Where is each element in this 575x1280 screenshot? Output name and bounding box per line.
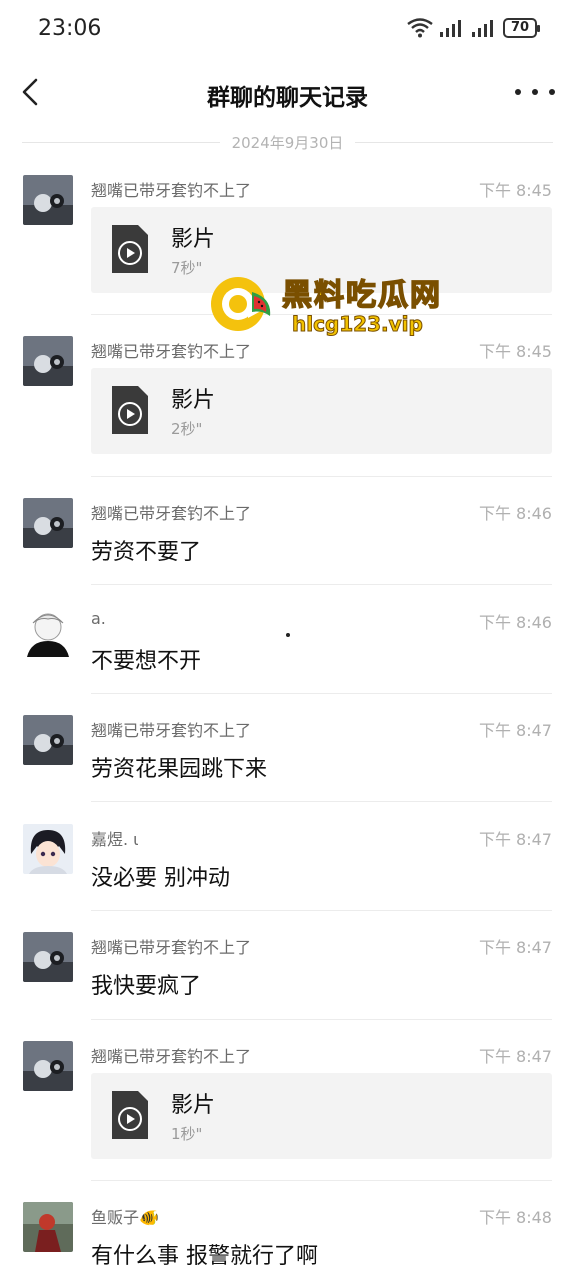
date-label: 2024年9月30日	[231, 133, 344, 152]
video-file-icon	[112, 1091, 148, 1139]
sender-name: 翘嘴已带牙套钓不上了	[91, 1047, 252, 1066]
message-text: 劳资花果园跳下来	[91, 757, 268, 782]
watermark-title: 黑料吃瓜网	[281, 277, 442, 314]
divider	[91, 693, 552, 694]
video-title: 影片	[171, 227, 216, 252]
message-text: 我快要疯了	[91, 974, 202, 999]
status-icons: 70	[407, 18, 540, 38]
message-time: 下午 8:45	[478, 181, 552, 200]
sender-name: 翘嘴已带牙套钓不上了	[91, 504, 252, 523]
message-text: 有什么事 报警就行了啊	[91, 1244, 318, 1269]
more-button[interactable]	[515, 80, 555, 104]
divider	[91, 910, 552, 911]
avatar[interactable]	[23, 336, 73, 386]
page-title: 群聊的聊天记录	[207, 85, 368, 111]
battery-icon: 70	[503, 18, 540, 38]
avatar[interactable]	[23, 715, 73, 765]
video-message-card[interactable]: 影片 2秒"	[91, 368, 552, 454]
watermark: 黑料吃瓜网 hlcg123.vip	[208, 270, 468, 340]
message-item: 翘嘴已带牙套钓不上了 下午 8:47 我快要疯了	[0, 932, 575, 1002]
video-duration: 1秒"	[171, 1125, 203, 1143]
sender-name: 翘嘴已带牙套钓不上了	[91, 721, 252, 740]
message-time: 下午 8:47	[478, 830, 552, 849]
signal-icon	[472, 20, 493, 37]
avatar[interactable]	[23, 1041, 73, 1091]
message-item: a. 下午 8:46 不要想不开	[0, 607, 575, 677]
wifi-icon	[407, 18, 433, 38]
message-item: 翘嘴已带牙套钓不上了 下午 8:47 影片 1秒"	[0, 1041, 575, 1161]
message-item: 嘉煜. ι 下午 8:47 没必要 别冲动	[0, 824, 575, 894]
watermelon-logo-icon	[211, 277, 274, 331]
avatar[interactable]	[23, 1202, 73, 1252]
message-time: 下午 8:48	[478, 1208, 552, 1227]
sender-name: 鱼贩子🐠	[91, 1208, 159, 1227]
message-time: 下午 8:46	[478, 504, 552, 523]
avatar[interactable]	[23, 175, 73, 225]
divider	[91, 1180, 552, 1181]
more-dots-icon	[515, 89, 521, 95]
sender-name: 翘嘴已带牙套钓不上了	[91, 181, 252, 200]
sender-name: 翘嘴已带牙套钓不上了	[91, 342, 252, 361]
video-message-card[interactable]: 影片 1秒"	[91, 1073, 552, 1159]
message-text: 没必要 别冲动	[91, 866, 230, 891]
date-divider: 2024年9月30日	[22, 130, 553, 154]
sender-name: 翘嘴已带牙套钓不上了	[91, 938, 252, 957]
message-time: 下午 8:46	[478, 613, 552, 632]
dot	[286, 633, 290, 637]
watermark-url: hlcg123.vip	[292, 312, 424, 337]
message-text: 劳资不要了	[91, 540, 202, 565]
message-item: 鱼贩子🐠 下午 8:48 有什么事 报警就行了啊	[0, 1202, 575, 1272]
message-item: 翘嘴已带牙套钓不上了 下午 8:45 影片 2秒"	[0, 336, 575, 456]
video-file-icon	[112, 225, 148, 273]
divider	[91, 801, 552, 802]
message-time: 下午 8:47	[478, 938, 552, 957]
video-title: 影片	[171, 388, 216, 413]
divider	[91, 476, 552, 477]
divider	[91, 584, 552, 585]
signal-icon	[440, 20, 461, 37]
avatar[interactable]	[23, 824, 73, 874]
header: 群聊的聊天记录	[0, 62, 575, 124]
status-bar: 23:06 70	[0, 0, 575, 60]
sender-name: a.	[91, 609, 106, 628]
video-duration: 2秒"	[171, 420, 203, 438]
message-time: 下午 8:45	[478, 342, 552, 361]
avatar[interactable]	[23, 498, 73, 548]
message-time: 下午 8:47	[478, 1047, 552, 1066]
avatar[interactable]	[23, 932, 73, 982]
message-item: 翘嘴已带牙套钓不上了 下午 8:46 劳资不要了	[0, 498, 575, 568]
video-title: 影片	[171, 1093, 216, 1118]
message-text: 不要想不开	[91, 649, 202, 674]
video-file-icon	[112, 386, 148, 434]
status-time: 23:06	[38, 16, 102, 41]
message-time: 下午 8:47	[478, 721, 552, 740]
sender-name: 嘉煜. ι	[91, 830, 139, 849]
avatar[interactable]	[23, 607, 73, 657]
message-item: 翘嘴已带牙套钓不上了 下午 8:47 劳资花果园跳下来	[0, 715, 575, 785]
divider	[91, 1019, 552, 1020]
video-duration: 7秒"	[171, 259, 203, 277]
